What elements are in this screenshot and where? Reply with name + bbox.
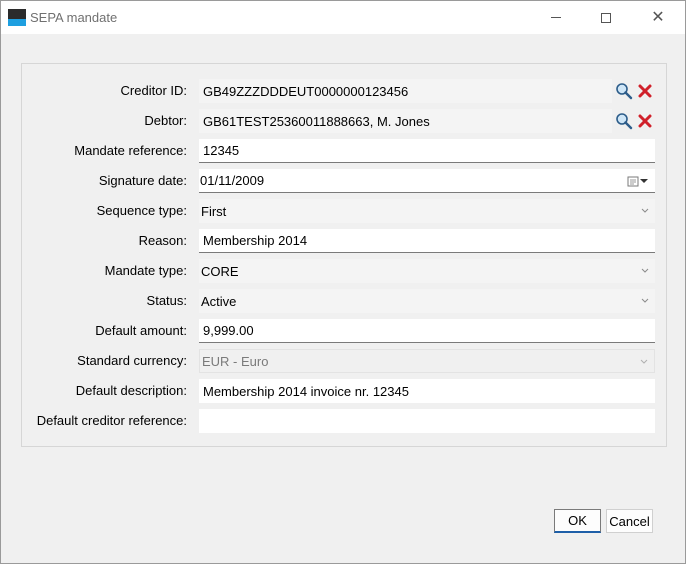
maximize-button[interactable]	[583, 1, 629, 34]
sepa-mandate-window: SEPA mandate ✕ Creditor ID: GB49ZZZDDDEU…	[0, 0, 686, 564]
debtor-label: Debtor:	[144, 113, 187, 128]
creditor-id-field[interactable]: GB49ZZZDDDEUT0000000123456	[199, 79, 612, 103]
chevron-down-icon	[640, 179, 648, 183]
calendar-dropdown-button[interactable]	[627, 174, 649, 188]
magnifier-icon	[616, 83, 633, 100]
default-amount-row: Default amount: 9,999.00	[22, 319, 668, 343]
ok-button[interactable]: OK	[554, 509, 601, 533]
standard-currency-value: EUR - Euro	[202, 353, 269, 369]
default-creditor-reference-input[interactable]	[199, 409, 655, 433]
debtor-row: Debtor: GB61TEST25360011888663, M. Jones	[22, 109, 668, 133]
cancel-button[interactable]: Cancel	[606, 509, 653, 533]
default-amount-label: Default amount:	[95, 323, 187, 338]
red-x-icon	[638, 114, 652, 128]
mandate-reference-row: Mandate reference: 12345	[22, 139, 668, 163]
status-label: Status:	[146, 293, 187, 308]
default-amount-input[interactable]: 9,999.00	[199, 319, 655, 343]
close-button[interactable]: ✕	[635, 1, 681, 34]
standard-currency-select[interactable]: EUR - Euro	[199, 349, 655, 373]
debtor-field[interactable]: GB61TEST25360011888663, M. Jones	[199, 109, 612, 133]
reason-row: Reason: Membership 2014	[22, 229, 668, 253]
standard-currency-row: Standard currency: EUR - Euro	[22, 349, 668, 373]
magnifier-icon	[616, 113, 633, 130]
creditor-clear-button[interactable]	[635, 81, 655, 101]
sequence-type-value: First	[201, 203, 227, 219]
default-description-input[interactable]: Membership 2014 invoice nr. 12345	[199, 379, 655, 403]
signature-date-label: Signature date:	[98, 173, 187, 188]
mandate-reference-input[interactable]: 12345	[199, 139, 655, 163]
reason-value: Membership 2014	[203, 233, 308, 248]
red-x-icon	[638, 84, 652, 98]
minimize-icon	[551, 17, 561, 18]
signature-date-value: 01/11/2009	[200, 173, 265, 188]
standard-currency-label: Standard currency:	[77, 353, 187, 368]
mandate-type-label: Mandate type:	[104, 263, 187, 278]
debtor-lookup-button[interactable]	[614, 111, 634, 131]
window-title: SEPA mandate	[30, 10, 118, 25]
chevron-down-icon	[640, 205, 650, 215]
calendar-icon	[627, 176, 639, 187]
default-description-label: Default description:	[75, 383, 187, 398]
debtor-value: GB61TEST25360011888663, M. Jones	[203, 113, 430, 129]
reason-input[interactable]: Membership 2014	[199, 229, 655, 253]
app-icon	[8, 9, 26, 26]
mandate-type-select[interactable]: CORE	[199, 259, 655, 283]
title-bar: SEPA mandate ✕	[1, 1, 685, 34]
chevron-down-icon	[639, 356, 649, 366]
default-creditor-reference-label: Default creditor reference:	[36, 413, 187, 428]
sequence-type-label: Sequence type:	[96, 203, 187, 218]
mandate-reference-label: Mandate reference:	[74, 143, 187, 158]
mandate-type-row: Mandate type: CORE	[22, 259, 668, 283]
default-description-row: Default description: Membership 2014 inv…	[22, 379, 668, 403]
minimize-button[interactable]	[533, 1, 579, 34]
default-amount-value: 9,999.00	[203, 323, 254, 338]
mandate-reference-value: 12345	[203, 143, 240, 158]
creditor-id-label: Creditor ID:	[120, 83, 187, 98]
creditor-id-row: Creditor ID: GB49ZZZDDDEUT0000000123456	[22, 79, 668, 103]
status-select[interactable]: Active	[199, 289, 655, 313]
close-icon: ✕	[651, 8, 665, 26]
signature-date-picker[interactable]: 01/11/2009	[199, 169, 655, 193]
default-creditor-reference-row: Default creditor reference:	[22, 409, 668, 433]
sequence-type-row: Sequence type: First	[22, 199, 668, 223]
chevron-down-icon	[640, 295, 650, 305]
default-description-value: Membership 2014 invoice nr. 12345	[203, 383, 409, 399]
creditor-lookup-button[interactable]	[614, 81, 634, 101]
maximize-icon	[601, 12, 611, 23]
mandate-type-value: CORE	[201, 263, 239, 279]
sequence-type-select[interactable]: First	[199, 199, 655, 223]
signature-date-row: Signature date: 01/11/2009	[22, 169, 668, 193]
mandate-form-panel: Creditor ID: GB49ZZZDDDEUT0000000123456 …	[21, 63, 667, 447]
chevron-down-icon	[640, 265, 650, 275]
status-row: Status: Active	[22, 289, 668, 313]
reason-label: Reason:	[138, 233, 187, 248]
creditor-id-value: GB49ZZZDDDEUT0000000123456	[203, 83, 409, 99]
debtor-clear-button[interactable]	[635, 111, 655, 131]
status-value: Active	[201, 293, 237, 309]
